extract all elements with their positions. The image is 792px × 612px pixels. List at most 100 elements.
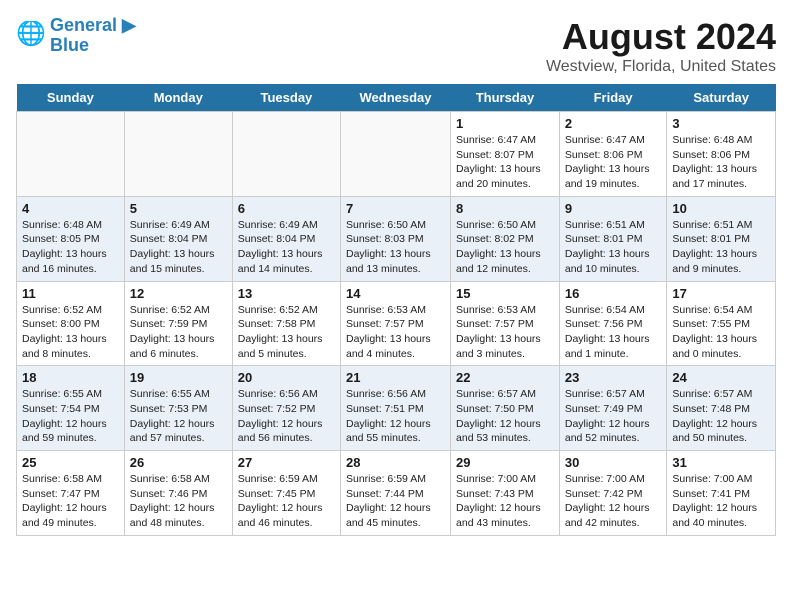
calendar-cell: 14 Sunrise: 6:53 AM Sunset: 7:57 PM Dayli… <box>341 281 451 366</box>
day-info: Sunrise: 6:56 AM Sunset: 7:52 PM Dayligh… <box>238 387 335 446</box>
calendar-week-1: 1 Sunrise: 6:47 AM Sunset: 8:07 PM Daylig… <box>17 112 776 197</box>
calendar-cell: 8 Sunrise: 6:50 AM Sunset: 8:02 PM Daylig… <box>451 196 560 281</box>
calendar-cell: 22 Sunrise: 6:57 AM Sunset: 7:50 PM Dayli… <box>451 366 560 451</box>
calendar-cell: 25 Sunrise: 6:58 AM Sunset: 7:47 PM Dayli… <box>17 451 125 536</box>
day-number: 8 <box>456 201 554 216</box>
logo-line2: Blue <box>50 35 89 55</box>
day-number: 24 <box>672 370 770 385</box>
svg-text:🌐: 🌐 <box>16 21 46 47</box>
day-number: 18 <box>22 370 119 385</box>
day-info: Sunrise: 6:52 AM Sunset: 8:00 PM Dayligh… <box>22 303 119 362</box>
day-number: 11 <box>22 286 119 301</box>
calendar-body: 1 Sunrise: 6:47 AM Sunset: 8:07 PM Daylig… <box>17 112 776 536</box>
calendar-cell: 1 Sunrise: 6:47 AM Sunset: 8:07 PM Daylig… <box>451 112 560 197</box>
calendar-cell: 20Sunrise: 6:56 AM Sunset: 7:52 PM Dayli… <box>232 366 340 451</box>
day-number: 9 <box>565 201 662 216</box>
calendar-cell: 3 Sunrise: 6:48 AM Sunset: 8:06 PM Daylig… <box>667 112 776 197</box>
calendar-cell: 24Sunrise: 6:57 AM Sunset: 7:48 PM Dayli… <box>667 366 776 451</box>
day-info: Sunrise: 6:52 AM Sunset: 7:58 PM Dayligh… <box>238 303 335 362</box>
day-number: 29 <box>456 455 554 470</box>
logo: 🌐 General ▶ Blue <box>16 16 136 56</box>
calendar-cell: 28 Sunrise: 6:59 AM Sunset: 7:44 PM Dayli… <box>341 451 451 536</box>
day-number: 6 <box>238 201 335 216</box>
header-day-wednesday: Wednesday <box>341 84 451 112</box>
day-number: 27 <box>238 455 335 470</box>
calendar-cell: 26 Sunrise: 6:58 AM Sunset: 7:46 PM Dayli… <box>124 451 232 536</box>
day-number: 31 <box>672 455 770 470</box>
day-number: 14 <box>346 286 445 301</box>
calendar-cell: 5 Sunrise: 6:49 AM Sunset: 8:04 PM Daylig… <box>124 196 232 281</box>
day-number: 17 <box>672 286 770 301</box>
day-info: Sunrise: 7:00 AM Sunset: 7:43 PM Dayligh… <box>456 472 554 531</box>
day-info: Sunrise: 6:49 AM Sunset: 8:04 PM Dayligh… <box>238 218 335 277</box>
calendar-table: SundayMondayTuesdayWednesdayThursdayFrid… <box>16 84 776 536</box>
day-number: 28 <box>346 455 445 470</box>
day-info: Sunrise: 7:00 AM Sunset: 7:41 PM Dayligh… <box>672 472 770 531</box>
calendar-cell: 17 Sunrise: 6:54 AM Sunset: 7:55 PM Dayli… <box>667 281 776 366</box>
calendar-cell: 12 Sunrise: 6:52 AM Sunset: 7:59 PM Dayli… <box>124 281 232 366</box>
title-block: August 2024 Westview, Florida, United St… <box>546 16 776 76</box>
header-row: SundayMondayTuesdayWednesdayThursdayFrid… <box>17 84 776 112</box>
day-info: Sunrise: 6:59 AM Sunset: 7:44 PM Dayligh… <box>346 472 445 531</box>
day-number: 7 <box>346 201 445 216</box>
day-info: Sunrise: 6:52 AM Sunset: 7:59 PM Dayligh… <box>130 303 227 362</box>
day-info: Sunrise: 6:56 AM Sunset: 7:51 PM Dayligh… <box>346 387 445 446</box>
day-info: Sunrise: 6:50 AM Sunset: 8:02 PM Dayligh… <box>456 218 554 277</box>
day-number: 23 <box>565 370 662 385</box>
calendar-header: SundayMondayTuesdayWednesdayThursdayFrid… <box>17 84 776 112</box>
day-number: 22 <box>456 370 554 385</box>
day-info: Sunrise: 6:59 AM Sunset: 7:45 PM Dayligh… <box>238 472 335 531</box>
day-number: 19 <box>130 370 227 385</box>
calendar-cell: 18Sunrise: 6:55 AM Sunset: 7:54 PM Dayli… <box>17 366 125 451</box>
day-info: Sunrise: 6:47 AM Sunset: 8:06 PM Dayligh… <box>565 133 662 192</box>
day-info: Sunrise: 6:49 AM Sunset: 8:04 PM Dayligh… <box>130 218 227 277</box>
day-number: 4 <box>22 201 119 216</box>
calendar-cell: 10Sunrise: 6:51 AM Sunset: 8:01 PM Dayli… <box>667 196 776 281</box>
logo-text: General ▶ Blue <box>50 16 136 56</box>
logo-icon: 🌐 <box>16 21 46 51</box>
day-number: 25 <box>22 455 119 470</box>
day-number: 26 <box>130 455 227 470</box>
calendar-cell: 6 Sunrise: 6:49 AM Sunset: 8:04 PM Daylig… <box>232 196 340 281</box>
day-number: 13 <box>238 286 335 301</box>
calendar-week-2: 4 Sunrise: 6:48 AM Sunset: 8:05 PM Daylig… <box>17 196 776 281</box>
day-info: Sunrise: 6:58 AM Sunset: 7:47 PM Dayligh… <box>22 472 119 531</box>
calendar-cell: 11 Sunrise: 6:52 AM Sunset: 8:00 PM Dayli… <box>17 281 125 366</box>
day-info: Sunrise: 6:47 AM Sunset: 8:07 PM Dayligh… <box>456 133 554 192</box>
calendar-week-3: 11 Sunrise: 6:52 AM Sunset: 8:00 PM Dayli… <box>17 281 776 366</box>
day-info: Sunrise: 6:58 AM Sunset: 7:46 PM Dayligh… <box>130 472 227 531</box>
day-number: 5 <box>130 201 227 216</box>
calendar-cell <box>341 112 451 197</box>
day-info: Sunrise: 6:53 AM Sunset: 7:57 PM Dayligh… <box>456 303 554 362</box>
calendar-cell: 16Sunrise: 6:54 AM Sunset: 7:56 PM Dayli… <box>559 281 667 366</box>
calendar-cell <box>232 112 340 197</box>
day-number: 16 <box>565 286 662 301</box>
calendar-cell: 30Sunrise: 7:00 AM Sunset: 7:42 PM Dayli… <box>559 451 667 536</box>
month-year: August 2024 <box>546 16 776 58</box>
logo-line1: General <box>50 15 117 35</box>
calendar-cell <box>124 112 232 197</box>
header-day-monday: Monday <box>124 84 232 112</box>
calendar-cell: 21 Sunrise: 6:56 AM Sunset: 7:51 PM Dayli… <box>341 366 451 451</box>
day-info: Sunrise: 6:48 AM Sunset: 8:06 PM Dayligh… <box>672 133 770 192</box>
day-number: 12 <box>130 286 227 301</box>
day-number: 2 <box>565 116 662 131</box>
calendar-cell: 31 Sunrise: 7:00 AM Sunset: 7:41 PM Dayli… <box>667 451 776 536</box>
day-number: 21 <box>346 370 445 385</box>
day-info: Sunrise: 6:48 AM Sunset: 8:05 PM Dayligh… <box>22 218 119 277</box>
day-info: Sunrise: 6:57 AM Sunset: 7:50 PM Dayligh… <box>456 387 554 446</box>
calendar-cell <box>17 112 125 197</box>
day-info: Sunrise: 6:54 AM Sunset: 7:55 PM Dayligh… <box>672 303 770 362</box>
day-number: 15 <box>456 286 554 301</box>
day-number: 10 <box>672 201 770 216</box>
calendar-cell: 29 Sunrise: 7:00 AM Sunset: 7:43 PM Dayli… <box>451 451 560 536</box>
calendar-cell: 13 Sunrise: 6:52 AM Sunset: 7:58 PM Dayli… <box>232 281 340 366</box>
day-info: Sunrise: 6:53 AM Sunset: 7:57 PM Dayligh… <box>346 303 445 362</box>
day-info: Sunrise: 6:50 AM Sunset: 8:03 PM Dayligh… <box>346 218 445 277</box>
day-number: 3 <box>672 116 770 131</box>
header-day-friday: Friday <box>559 84 667 112</box>
day-number: 1 <box>456 116 554 131</box>
calendar-week-5: 25 Sunrise: 6:58 AM Sunset: 7:47 PM Dayli… <box>17 451 776 536</box>
header-day-tuesday: Tuesday <box>232 84 340 112</box>
day-info: Sunrise: 6:57 AM Sunset: 7:49 PM Dayligh… <box>565 387 662 446</box>
